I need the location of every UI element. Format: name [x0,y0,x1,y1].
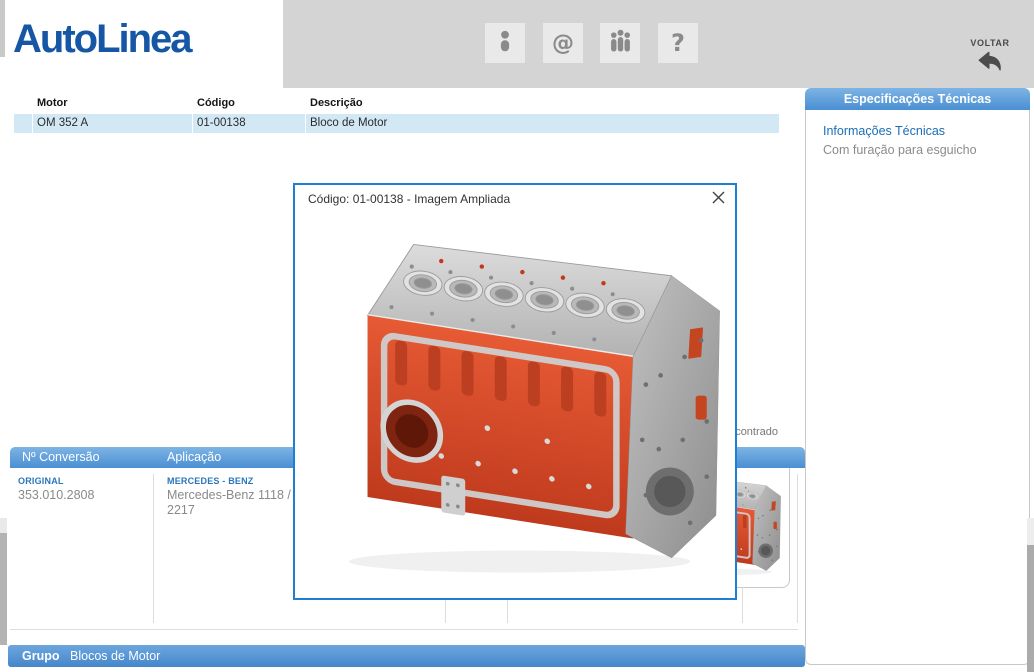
column-descricao: Descrição [310,97,363,109]
info-button[interactable] [485,23,525,63]
autolinea-app: AutoLinea @ ? [0,0,1034,672]
modal-title: Código: 01-00138 - Imagem Ampliada [308,192,510,206]
group-footer-bar: Grupo Blocos de Motor [8,645,805,667]
left-scrollbar-thumb[interactable] [0,533,7,645]
group-label: Grupo [22,645,60,667]
column-codigo: Código [197,97,235,109]
image-modal: Código: 01-00138 - Imagem Ampliada [293,183,737,600]
column-conversao: Nº Conversão [22,447,100,468]
specs-panel: Especificações Técnicas Informações Técn… [805,88,1030,665]
top-header: AutoLinea @ ? [0,0,1034,88]
cell-codigo: 01-00138 [193,114,306,133]
help-button[interactable]: ? [658,23,698,63]
voltar-label: VOLTAR [955,38,1025,48]
column-aplicacao: Aplicação [167,447,221,468]
modal-close-button[interactable] [709,191,727,209]
group-value: Blocos de Motor [70,645,160,667]
technical-info-link[interactable]: Informações Técnicas [823,124,945,138]
app-logo: AutoLinea [13,17,191,62]
cell-descricao: Bloco de Motor [306,114,780,133]
column-motor: Motor [37,97,68,109]
people-icon [607,28,634,58]
technical-note: Com furação para esguicho [823,143,977,157]
voltar-button[interactable]: VOLTAR [955,38,1025,80]
right-scrollbar-thumb[interactable] [1027,545,1034,672]
original-label: ORIGINAL [18,476,64,486]
cell-motor: OM 352 A [33,114,193,133]
specs-panel-body: Informações Técnicas Com furação para es… [805,110,1030,665]
back-arrow-icon [955,50,1025,80]
row-selector-cell [14,114,33,133]
corner-strip [0,0,5,57]
email-button[interactable]: @ [543,23,583,63]
help-icon: ? [671,29,685,57]
logo-box: AutoLinea [0,0,283,88]
people-button[interactable] [600,23,640,63]
at-icon: @ [552,31,574,56]
table-row-selected[interactable]: OM 352 A 01-00138 Bloco de Motor [14,114,780,133]
original-number: 353.010.2808 [18,488,94,503]
specs-panel-title: Especificações Técnicas [805,88,1030,110]
panel-right-border [797,474,798,623]
application-line2: 2217 [167,503,195,518]
close-icon [711,190,726,210]
application-line1: Mercedes-Benz 1118 / 1 [167,488,301,503]
brand-label[interactable]: MERCEDES - BENZ [167,476,254,486]
info-person-icon [492,28,518,59]
engine-block-photo [303,217,727,589]
column-divider [153,474,154,623]
